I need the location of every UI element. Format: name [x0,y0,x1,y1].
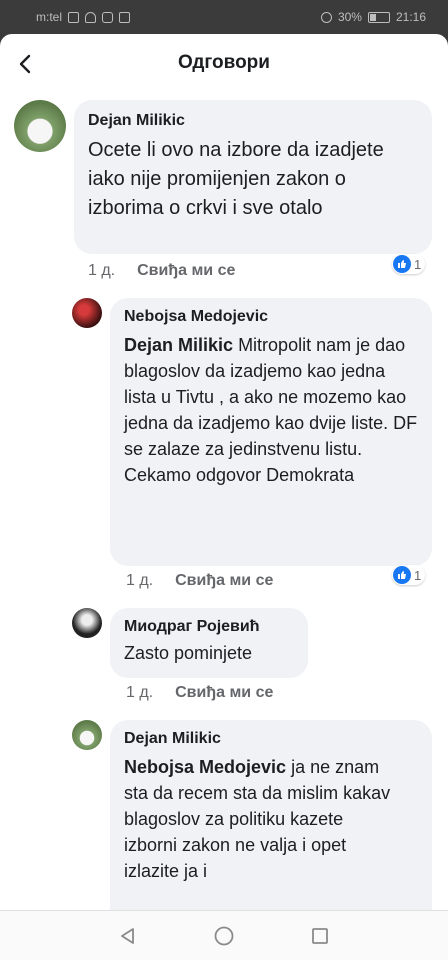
comment-time: 1 д. [126,684,154,701]
mention-link[interactable]: Dejan Milikic [124,335,233,355]
comment-text: Ocete li ovo na izbore da izadjete iako … [88,139,384,219]
comment-bubble[interactable]: Dejan Milikic Ocete li ovo na izbore da … [74,100,432,254]
instagram-icon [102,11,114,23]
avatar[interactable] [72,608,102,638]
comment-author[interactable]: Dejan Milikic [124,730,418,748]
header: Одговори [0,34,448,94]
thumbs-up-icon [393,255,411,273]
page-title: Одговори [178,52,270,73]
alarm-icon [320,11,332,23]
reaction-count[interactable]: 1 [392,254,426,274]
comment-author[interactable]: Nebojsa Medojevic [124,308,418,326]
avatar[interactable] [72,720,102,750]
carrier-label: m:tel [36,10,63,24]
comment-time: 1 д. [88,262,116,279]
reaction-count[interactable]: 1 [392,565,426,585]
avatar[interactable] [72,298,102,328]
like-button[interactable]: Свиђа ми се [175,572,273,590]
comment-body: Dejan Milikic Mitropolit nam je dao blag… [124,332,418,488]
comment-author[interactable]: Миодраг Ројевић [124,618,294,636]
battery-percent: 30% [337,10,362,24]
comment-bubble[interactable]: Dejan Milikic Nebojsa Medojevic ja ne zn… [110,720,432,910]
like-button[interactable]: Свиђа ми се [137,262,235,280]
comment-body: Nebojsa Medojevic ja ne znam sta da rece… [124,754,394,884]
status-bar: m:tel 30% 21:16 [0,0,448,34]
avatar[interactable] [14,100,66,152]
triangle-back-icon [121,928,134,944]
circle-home-icon [214,926,234,946]
nav-recents-button[interactable] [308,924,332,948]
reaction-number: 1 [414,567,422,583]
wifi-icon [85,11,97,23]
mention-link[interactable]: Nebojsa Medojevic [124,757,286,777]
clock: 21:16 [395,10,426,24]
system-nav-bar [0,910,448,960]
comment-meta: 1 д. Свиђа ми се [126,684,273,702]
comment-bubble[interactable]: Миодраг Ројевић Zasto pominjete [110,608,308,678]
signal-icon [68,11,80,23]
mail-icon [119,11,131,23]
battery-icon [367,11,390,23]
replies-sheet: Одговори Dejan Milikic Ocete li ovo na i… [0,34,448,910]
square-recents-icon [312,928,328,944]
nav-home-button[interactable] [212,924,236,948]
comment-text: Mitropolit nam je dao blagoslov da izadj… [124,335,418,485]
comment-meta: 1 д. Свиђа ми се [126,572,273,590]
comment-meta: 1 д. Свиђа ми се [88,262,235,280]
comment-time: 1 д. [126,572,154,589]
comment-author[interactable]: Dejan Milikic [88,112,418,130]
like-button[interactable]: Свиђа ми се [175,684,273,702]
reaction-number: 1 [414,256,422,272]
comment-bubble[interactable]: Nebojsa Medojevic Dejan Milikic Mitropol… [110,298,432,566]
thumbs-up-icon [393,566,411,584]
comment-text: Zasto pominjete [124,643,253,663]
nav-back-button[interactable] [116,924,140,948]
